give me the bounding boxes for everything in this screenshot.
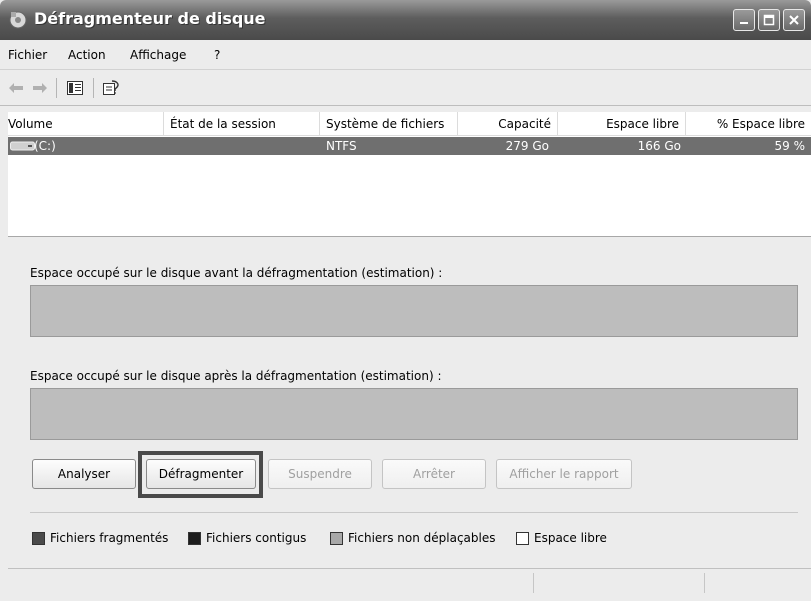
menu-fichier[interactable]: Fichier [8,48,47,62]
volume-list[interactable]: Volume État de la session Système de fic… [8,112,811,237]
legend-swatch-contiguous [188,532,201,545]
status-separator [533,573,534,593]
legend-label-contiguous: Fichiers contigus [206,531,307,545]
column-header-filesystem[interactable]: Système de fichiers [320,112,458,136]
show-hide-console-tree-icon [67,81,83,95]
view-report-button[interactable]: Afficher le rapport [496,459,632,489]
free-space-value: 166 Go [637,139,681,153]
menu-help[interactable]: ? [214,48,220,62]
legend-label-fragmented: Fichiers fragmentés [50,531,169,545]
minimize-button[interactable] [733,9,755,31]
forward-button[interactable] [30,78,50,98]
divider [30,512,798,513]
properties-button[interactable] [100,78,122,98]
back-button[interactable] [6,78,26,98]
before-defrag-display [30,285,798,337]
volume-row[interactable]: (C:) NTFS 279 Go 166 Go 59 % [8,137,811,155]
defrag-window: Défragmenteur de disque Fichier Action A… [0,0,811,601]
maximize-button[interactable] [758,9,780,31]
close-icon [789,15,799,25]
column-header-percent-free[interactable]: % Espace libre [686,112,811,136]
column-header-session-state[interactable]: État de la session [164,112,320,136]
window-title: Défragmenteur de disque [34,9,266,28]
pause-button[interactable]: Suspendre [268,459,372,489]
close-button[interactable] [783,9,805,31]
legend-label-free-space: Espace libre [534,531,607,545]
after-defrag-display [30,388,798,440]
status-bar [8,568,811,596]
capacity-value: 279 Go [505,139,549,153]
toolbar-separator [56,78,57,98]
hard-drive-icon [10,141,35,151]
toolbar-separator [93,78,94,98]
legend-swatch-free-space [516,532,529,545]
analyze-button[interactable]: Analyser [32,459,136,489]
properties-icon [103,80,119,95]
maximize-icon [763,14,775,26]
before-defrag-label: Espace occupé sur le disque avant la déf… [30,266,443,280]
column-header-free-space[interactable]: Espace libre [558,112,686,136]
minimize-icon [740,22,748,24]
status-separator [704,573,705,593]
title-bar[interactable]: Défragmenteur de disque [0,0,811,40]
forward-arrow-icon [33,83,47,93]
menu-affichage[interactable]: Affichage [130,48,186,62]
filesystem-value: NTFS [326,139,357,153]
legend-swatch-unmovable [330,532,343,545]
back-arrow-icon [9,83,23,93]
volume-name: (C:) [34,139,56,153]
after-defrag-label: Espace occupé sur le disque après la déf… [30,369,442,383]
column-header-volume[interactable]: Volume [8,112,164,136]
column-header-capacity[interactable]: Capacité [458,112,558,136]
defragment-button[interactable]: Défragmenter [146,459,256,489]
legend-label-unmovable: Fichiers non déplaçables [348,531,496,545]
defrag-app-icon [9,11,27,29]
percent-free-value: 59 % [774,139,806,153]
stop-button[interactable]: Arrêter [382,459,486,489]
show-hide-tree-button[interactable] [64,78,86,98]
menu-bar: Fichier Action Affichage ? [0,40,811,70]
menu-action[interactable]: Action [68,48,106,62]
toolbar [0,70,811,106]
legend-swatch-fragmented [32,532,45,545]
